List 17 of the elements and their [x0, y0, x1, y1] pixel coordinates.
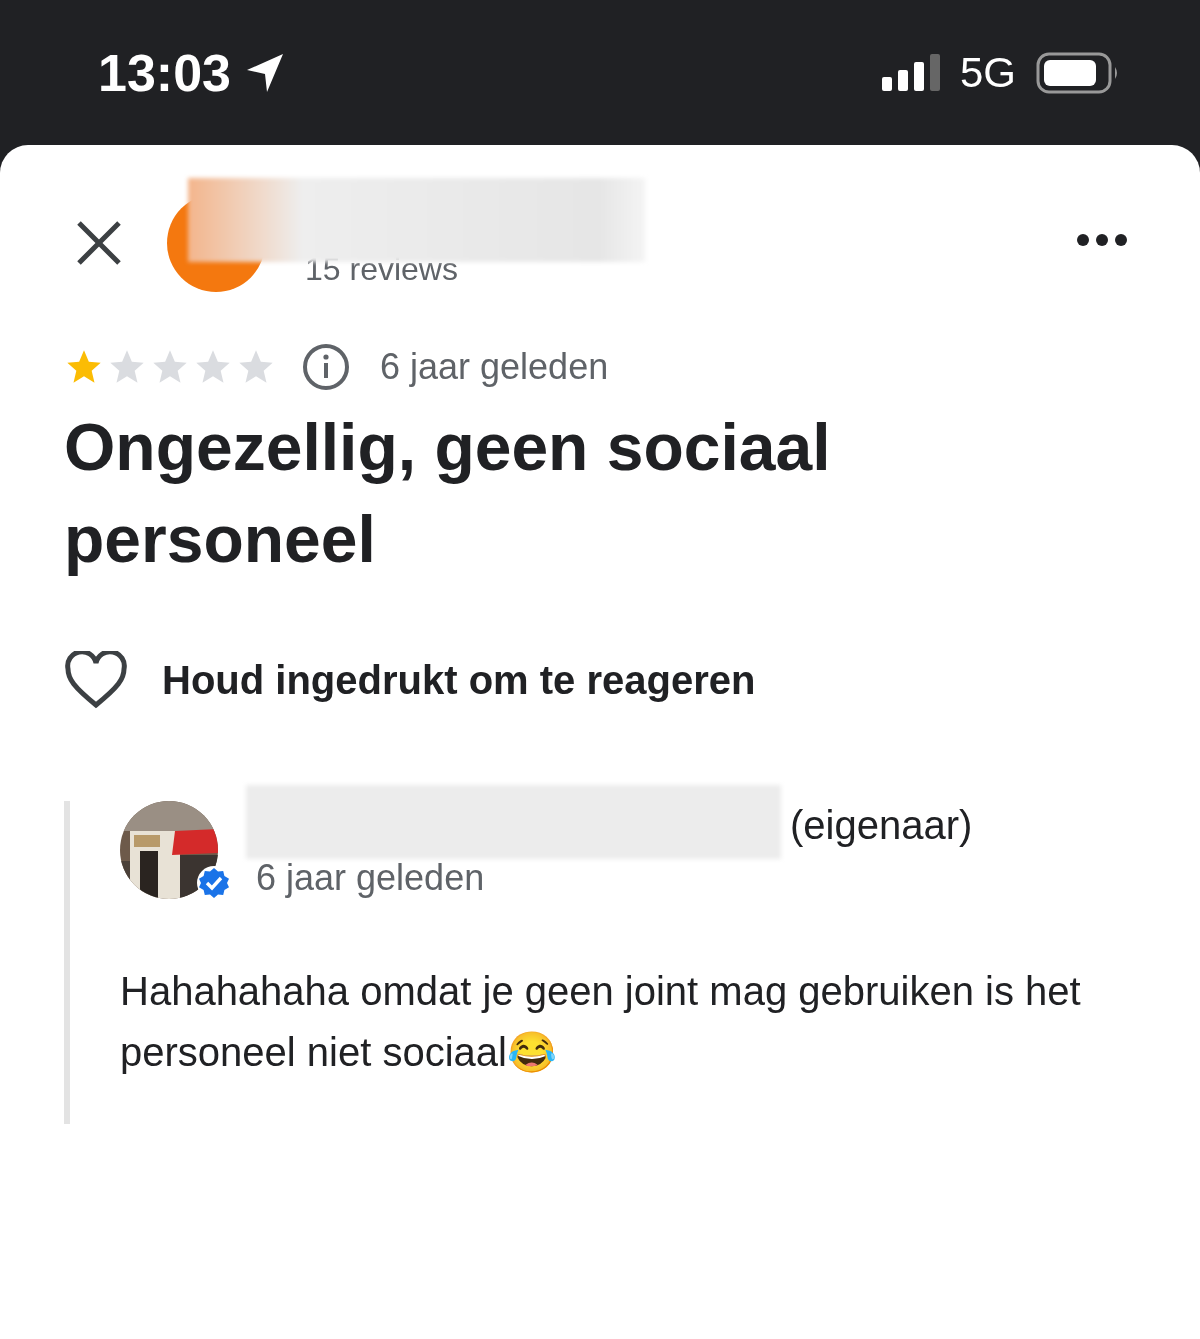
- reaction-hint: Houd ingedrukt om te reageren: [162, 657, 756, 703]
- review-time: 6 jaar geleden: [380, 346, 609, 388]
- reply-text: Hahahahaha omdat je geen joint mag gebruiken is het personeel niet sociaal😂: [120, 968, 1082, 1076]
- clock-time: 13:03: [98, 42, 231, 103]
- signal-icon: [881, 52, 942, 93]
- owner-label: (eigenaar): [790, 803, 973, 848]
- review-count: 15 reviews: [305, 250, 458, 288]
- more-options-icon[interactable]: [1076, 233, 1128, 247]
- network-label: 5G: [959, 48, 1016, 97]
- verified-badge-icon: [196, 865, 232, 901]
- info-icon[interactable]: [302, 343, 350, 391]
- reply-time: 6 jaar geleden: [256, 857, 485, 899]
- close-icon[interactable]: [76, 220, 122, 266]
- review-title: Ongezellig, geen sociaal personeel: [64, 409, 832, 578]
- heart-icon[interactable]: [64, 651, 128, 709]
- location-arrow-icon: [245, 51, 285, 94]
- battery-icon: [1036, 51, 1120, 94]
